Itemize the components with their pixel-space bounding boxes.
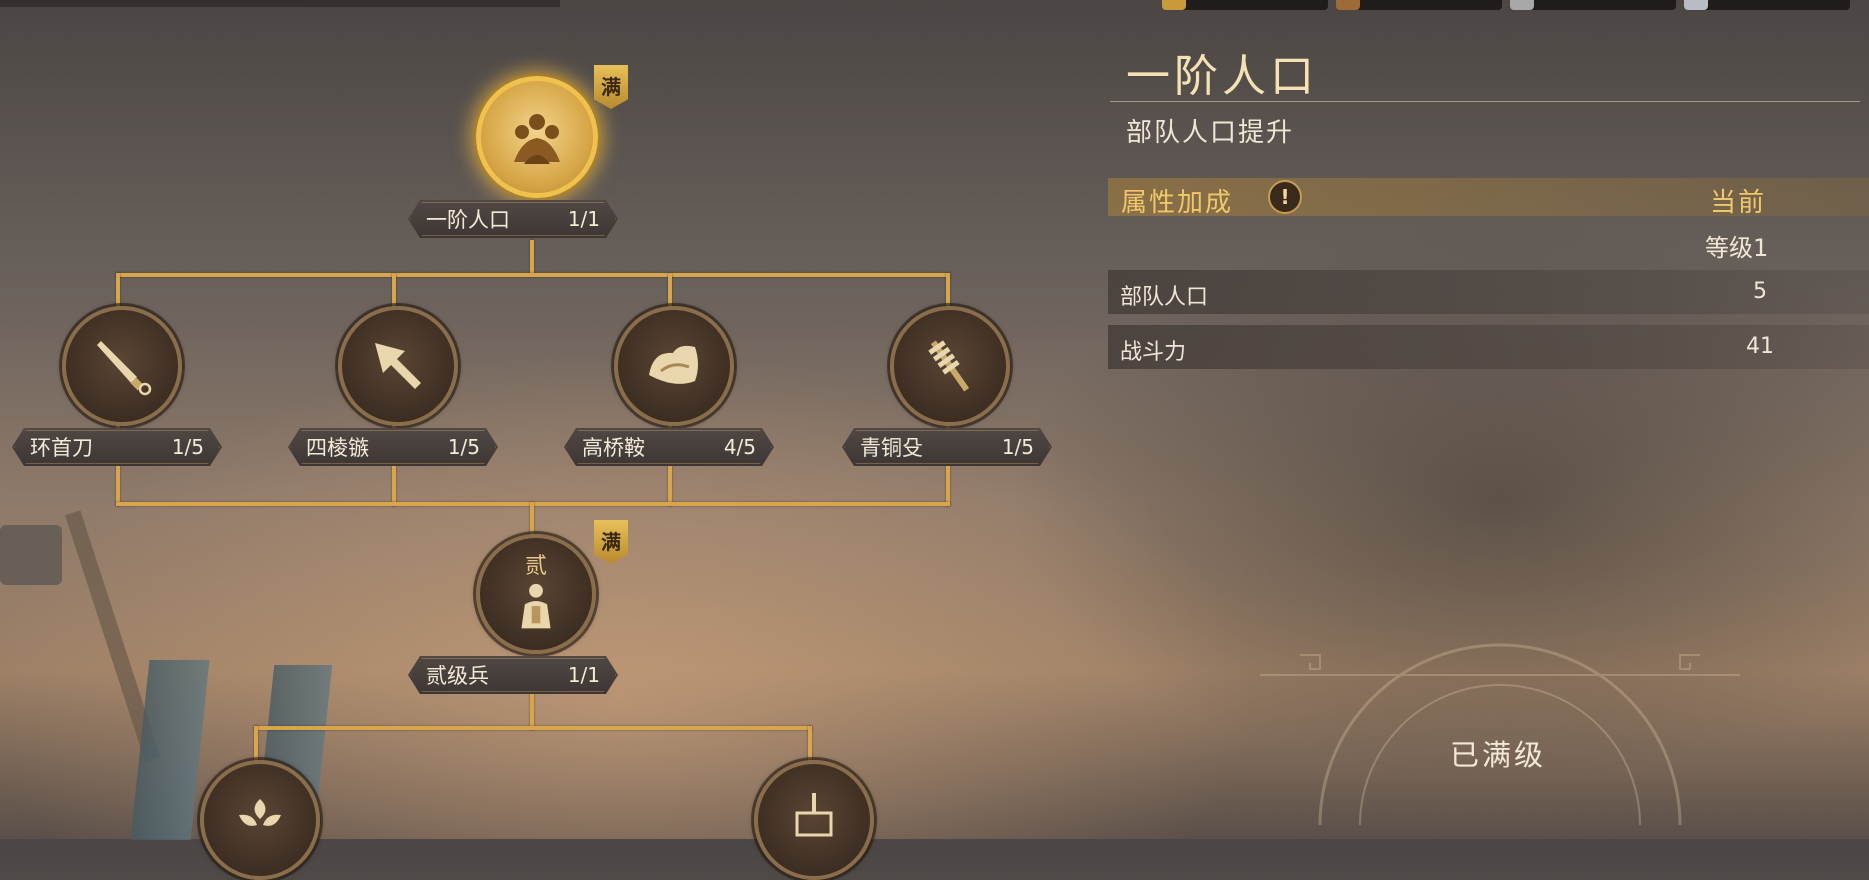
node-progress: 1/5 [1001,435,1034,459]
attribute-header: 属性加成 ! 当前 [1108,178,1869,218]
stat-row: 战斗力 41 [1108,325,1869,369]
node-progress: 1/5 [447,435,480,459]
divider [1110,101,1860,102]
node-ring-pommel-sword[interactable] [62,306,182,426]
node-name: 四棱镞 [306,436,369,460]
level-label: 等级1 [1705,234,1769,262]
connector-line [808,726,812,762]
node-label-bronze-shu-mace[interactable]: 青铜殳 1/5 [842,428,1052,466]
current-column-header: 当前 [1710,188,1767,218]
decorative-ornament [1260,643,1740,825]
node-tier1-population[interactable] [476,76,598,198]
node-label-four-edge-arrowhead[interactable]: 四棱镞 1/5 [288,428,498,466]
mace-icon [928,340,970,392]
scenery-tower [130,660,210,840]
page-title: 一阶人口 [1126,51,1318,102]
connector-line [530,502,534,536]
resource-wood [1336,0,1502,10]
stat-row: 部队人口 5 [1108,270,1869,314]
tier-number: 贰 [524,554,547,579]
info-icon[interactable]: ! [1268,180,1302,214]
resource-stone [1510,0,1676,10]
flower-icon [239,799,281,826]
wheat-icon [1162,0,1186,10]
top-strip [0,0,560,7]
max-badge: 满 [594,520,628,564]
connector-line [254,726,812,730]
node-label-ring-pommel-sword[interactable]: 环首刀 1/5 [12,428,222,466]
node-name: 高桥鞍 [582,436,645,460]
node-label-high-bridge-saddle[interactable]: 高桥鞍 4/5 [564,428,774,466]
banner-icon [795,793,833,837]
stone-icon [1510,0,1534,10]
connector-line [116,273,950,277]
resource-bar [1162,0,1850,11]
max-level-status: 已满级 [1449,738,1546,772]
connector-line [254,726,258,762]
iron-icon [1684,0,1708,10]
node-label-tier2-soldier[interactable]: 贰级兵 1/1 [408,656,618,694]
node-label-tier1-population[interactable]: 一阶人口 1/1 [408,200,618,238]
stat-value: 5 [1753,279,1767,304]
node-name: 青铜殳 [860,436,923,460]
node-progress: 1/5 [171,435,204,459]
stat-value: 41 [1746,334,1774,359]
page-subtitle: 部队人口提升 [1126,118,1295,148]
stat-name: 战斗力 [1120,340,1187,365]
attribute-bonus-label: 属性加成 [1121,188,1234,218]
saddle-icon [649,345,698,384]
stat-name: 部队人口 [1120,285,1209,310]
node-name: 一阶人口 [426,208,510,232]
soldiers-group-icon [514,114,560,164]
node-progress: 4/5 [723,435,756,459]
node-progress: 1/1 [567,207,600,231]
blade-icon [97,341,152,396]
arrowhead-icon [375,343,421,389]
node-progress: 1/1 [567,663,600,687]
connector-line [530,690,534,730]
node-name: 环首刀 [30,436,93,460]
node-lower-left[interactable] [200,760,320,880]
resource-iron [1684,0,1850,10]
armored-soldier-icon [521,583,551,629]
node-lower-right[interactable] [754,760,874,880]
node-four-edge-arrowhead[interactable] [338,306,458,426]
connector-line [530,240,534,276]
node-high-bridge-saddle[interactable] [614,306,734,426]
scenery-wheel [0,525,62,585]
node-name: 贰级兵 [426,664,489,688]
node-tier2-soldier[interactable]: 贰 [476,534,596,654]
node-bronze-shu-mace[interactable] [890,306,1010,426]
wood-icon [1336,0,1360,10]
resource-wheat [1162,0,1328,10]
max-badge: 满 [594,65,628,109]
